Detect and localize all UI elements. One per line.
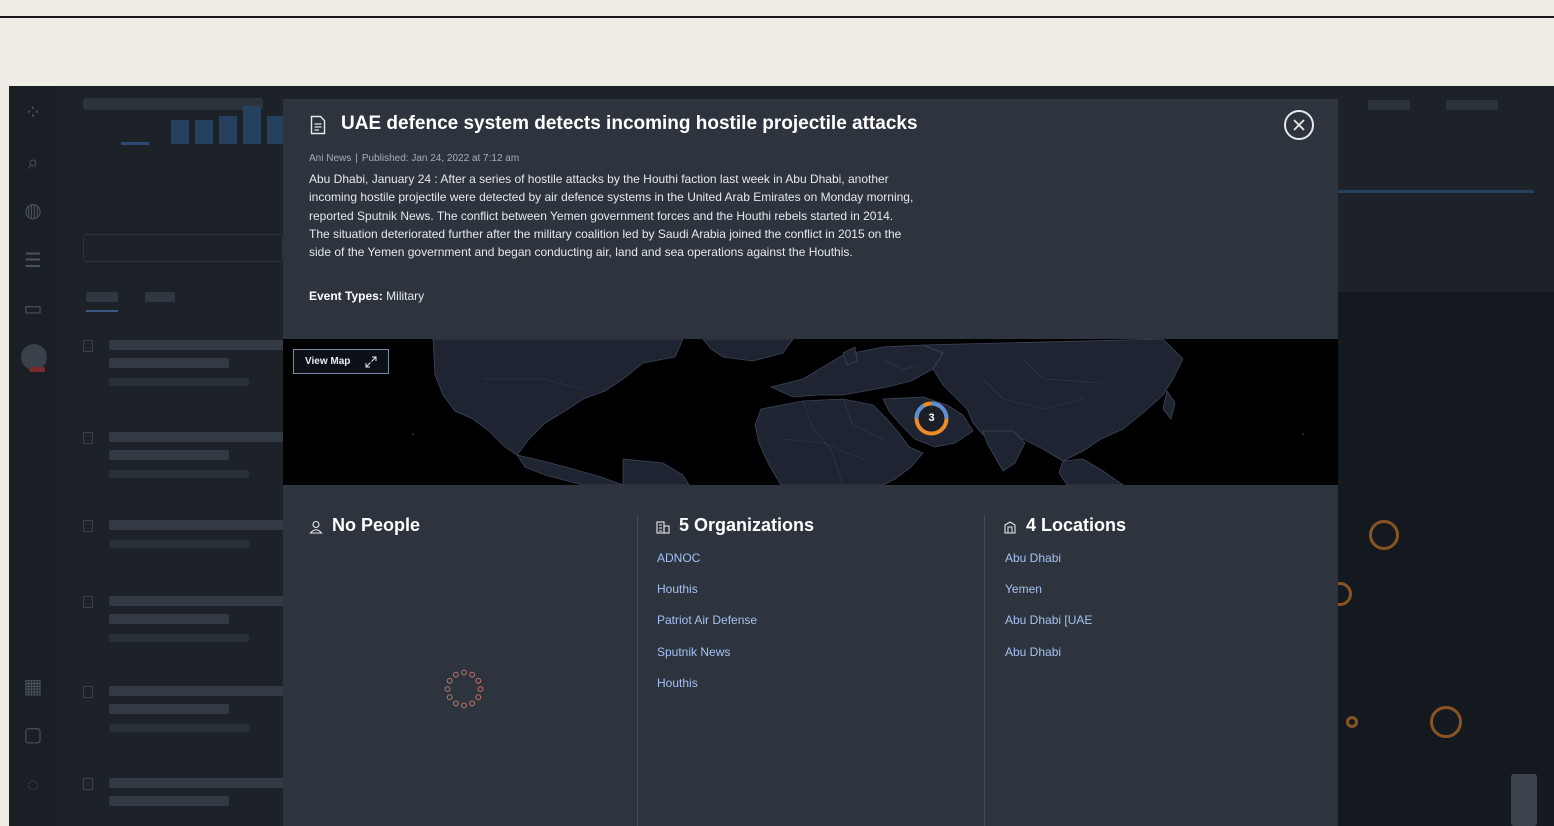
list-nav-icon[interactable]: ☰	[22, 250, 44, 272]
article-source: Ani News	[309, 153, 352, 164]
organization-link[interactable]: Houthis	[657, 676, 698, 690]
article-title: UAE defence system detects incoming host…	[341, 113, 918, 134]
window-top-border	[0, 16, 1554, 18]
search-nav-icon[interactable]: ⌕	[22, 152, 44, 174]
locations-column: 4 Locations Abu Dhabi Yemen Abu Dhabi [U…	[985, 485, 1338, 826]
background-search	[83, 234, 283, 262]
background-map	[1328, 292, 1554, 826]
meta-separator: |	[355, 153, 358, 164]
location-link[interactable]: Abu Dhabi	[1005, 645, 1061, 659]
world-map-graphic	[412, 339, 1304, 485]
background-header	[83, 98, 263, 110]
organization-link[interactable]: Houthis	[657, 582, 698, 596]
background-tab-underline	[86, 310, 118, 312]
locations-title: 4 Locations	[1026, 515, 1127, 535]
event-types-value: Military	[386, 289, 425, 303]
organizations-column: 5 Organizations ADNOC Houthis Patriot Ai…	[638, 485, 984, 826]
people-title: No People	[332, 515, 421, 535]
nav-rail: ⁘ ⌕ ◍ ☰ ▭ ▦ ▢ ◌	[9, 86, 57, 826]
person-icon	[309, 520, 323, 534]
article-meta: Ani News | Published: Jan 24, 2022 at 7:12…	[309, 153, 519, 164]
chat-nav-icon[interactable]: ▢	[22, 724, 44, 746]
event-types: Event Types: Military	[309, 289, 424, 303]
loading-spinner	[444, 669, 484, 709]
article-modal: UAE defence system detects incoming host…	[283, 99, 1338, 826]
map-cluster-marker[interactable]: 3	[914, 401, 949, 436]
view-map-button[interactable]: View Map	[293, 349, 389, 374]
entities-section: No People 5 Organizations ADNOC Houthis …	[283, 485, 1338, 826]
location-link[interactable]: Yemen	[1005, 582, 1042, 596]
background-tab-social	[145, 292, 175, 302]
organization-link[interactable]: Sputnik News	[657, 645, 730, 659]
article-body: Abu Dhabi, January 24 : After a series o…	[309, 172, 914, 260]
event-types-label: Event Types:	[309, 289, 383, 303]
people-column: No People	[283, 485, 637, 826]
logo-icon: ⁘	[24, 102, 42, 124]
help-nav-icon[interactable]: ◌	[22, 774, 44, 796]
view-map-label: View Map	[305, 356, 351, 367]
article-map[interactable]: View Map 3	[283, 339, 1338, 485]
avatar-badge	[29, 367, 45, 372]
globe-nav-icon[interactable]: ◍	[22, 200, 44, 222]
background-tab-news	[86, 292, 118, 302]
location-icon	[1004, 521, 1016, 534]
article-published: Published: Jan 24, 2022 at 7:12 am	[361, 153, 520, 164]
organization-link[interactable]: Patriot Air Defense	[657, 613, 757, 627]
location-link[interactable]: Abu Dhabi [UAE	[1005, 613, 1092, 627]
organizations-title: 5 Organizations	[679, 515, 815, 535]
expand-icon	[365, 356, 377, 368]
cluster-count: 3	[928, 412, 935, 424]
background-right-panel	[1328, 86, 1554, 826]
location-link[interactable]: Abu Dhabi	[1005, 551, 1061, 565]
background-zoom-control	[1511, 774, 1537, 826]
apps-grid-icon[interactable]: ▦	[22, 676, 44, 698]
bookmark-nav-icon[interactable]: ▭	[22, 298, 44, 320]
organization-icon	[656, 521, 670, 534]
document-icon	[310, 115, 326, 135]
close-button[interactable]	[1284, 110, 1314, 140]
organization-link[interactable]: ADNOC	[657, 551, 700, 565]
close-icon	[1293, 119, 1305, 131]
article-header: UAE defence system detects incoming host…	[283, 99, 1338, 339]
